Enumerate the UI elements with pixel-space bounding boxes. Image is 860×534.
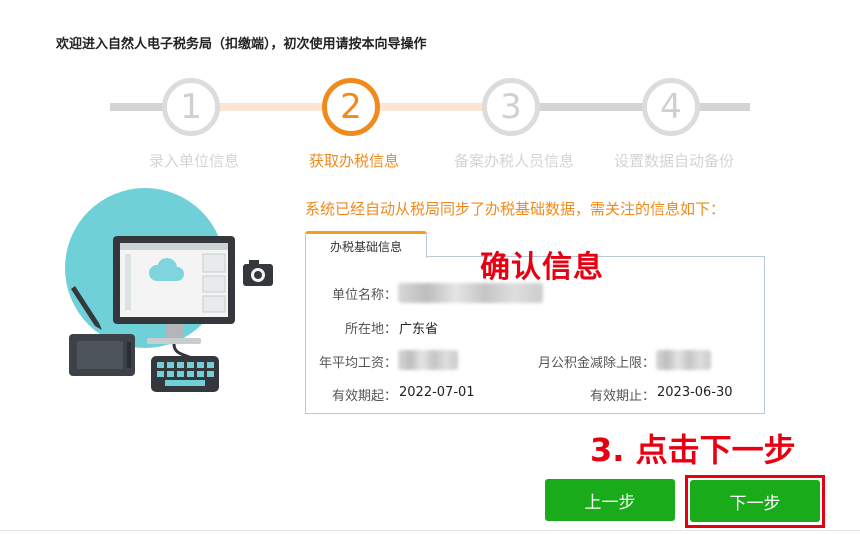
- location-label: 所在地：: [344, 322, 397, 337]
- step-1-label: 录入单位信息: [148, 152, 239, 170]
- avg-salary-value-redacted: [398, 350, 458, 370]
- next-button-highlight: [685, 475, 825, 528]
- step-4-circle: 4: [642, 78, 700, 136]
- valid-to-label: 有效期止：: [589, 389, 655, 404]
- click-next-annotation: 3. 点击下一步: [590, 431, 796, 469]
- unit-name-label: 单位名称：: [331, 288, 397, 303]
- step-1-circle: 1: [162, 78, 220, 136]
- step-2-circle: 2: [322, 78, 380, 136]
- valid-from-value: 2022-07-01: [399, 385, 475, 400]
- fund-limit-label: 月公积金减除上限：: [537, 356, 655, 371]
- camera-icon: [243, 260, 273, 286]
- valid-to-value: 2023-06-30: [657, 385, 733, 400]
- step-2-label: 获取办税信息: [308, 152, 399, 170]
- computer-illustration: [65, 188, 273, 392]
- footer-divider: [0, 530, 860, 531]
- tab-tax-basic-info[interactable]: 办税基础信息: [305, 231, 427, 258]
- valid-from-label: 有效期起：: [331, 389, 397, 404]
- tablet-icon: [69, 334, 135, 376]
- fund-limit-value-redacted: [656, 350, 711, 370]
- step-4-label: 设置数据自动备份: [613, 152, 734, 170]
- confirm-info-annotation: 确认信息: [480, 250, 604, 285]
- step-3-circle: 3: [482, 78, 540, 136]
- page-title: 欢迎进入自然人电子税务局（扣缴端），初次使用请按本向导操作: [56, 37, 427, 52]
- sync-notice: 系统已经自动从税局同步了办税基础数据，需关注的信息如下：: [305, 200, 726, 218]
- location-value: 广东省: [399, 322, 439, 337]
- avg-salary-label: 年平均工资：: [318, 356, 397, 371]
- step-3-label: 备案办税人员信息: [453, 152, 574, 170]
- prev-button[interactable]: 上一步: [545, 479, 675, 521]
- unit-name-value-redacted: [398, 283, 543, 303]
- keyboard-icon: [151, 356, 219, 392]
